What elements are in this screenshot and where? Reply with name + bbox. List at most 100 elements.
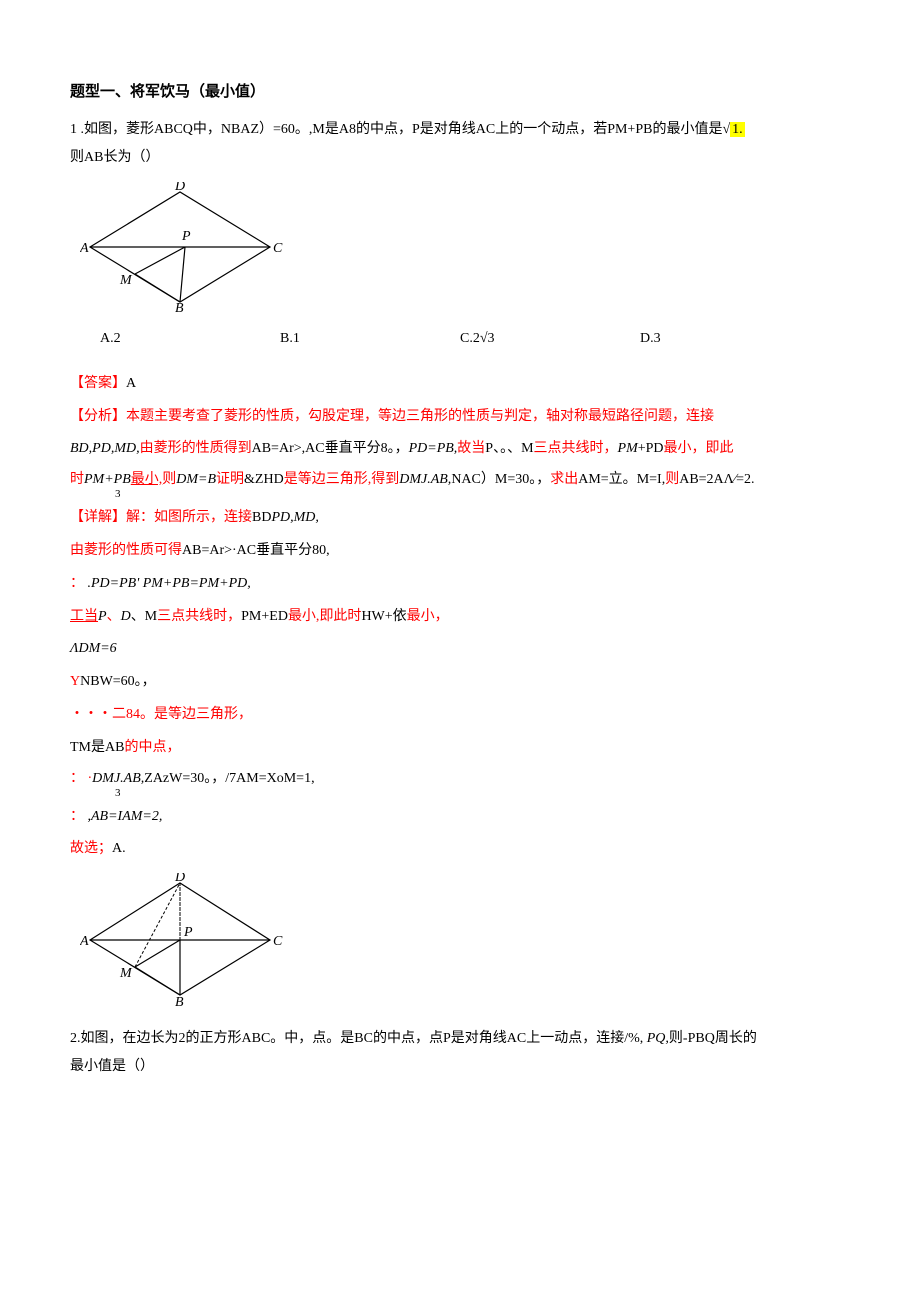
label2-A: A — [80, 934, 89, 949]
l2e: 故当 — [457, 441, 485, 456]
l3f: 证明 — [216, 472, 244, 487]
diagram-2: D A C P M B — [80, 873, 860, 1016]
label-A: A — [80, 241, 89, 256]
label-B: B — [175, 301, 184, 312]
analysis-line-2: BD,PD,MD,由菱形的性质得到AB=Ar>,AC垂直平分8。，PD=PB,故… — [70, 434, 860, 465]
l5a: 由菱形的性质可得 — [70, 543, 182, 558]
sol-line-10: ・・・二84。是等边三角形， — [70, 700, 860, 731]
answer-label: 【答案】 — [70, 376, 126, 391]
label2-P: P — [183, 925, 193, 940]
sol-line-11: TM是AB的中点， — [70, 733, 860, 764]
l10b: 等边三角形， — [168, 707, 252, 722]
diagram-1: D A C P M B — [80, 182, 860, 320]
l12c: ZAzW=30。， — [144, 771, 225, 786]
label-D: D — [174, 182, 185, 194]
l2c: AB=Ar>,AC垂直平分8。， — [252, 441, 409, 456]
q2-text-d: 最小值是（） — [70, 1059, 154, 1074]
sol-line-7: 工当P、D、M三点共线时，PM+ED最小,即此时HW+依最小， — [70, 602, 860, 633]
l7d: D — [121, 609, 131, 624]
analysis-line-1: 【分析】本题主要考查了菱形的性质，勾股定理，等边三角形的性质与判定，轴对称最短路… — [70, 402, 860, 433]
label-M: M — [119, 273, 133, 288]
l3o: 则 — [665, 472, 679, 487]
sol-line-5: 由菱形的性质可得AB=Ar>·AC垂直平分80, — [70, 536, 860, 567]
q1-highlight: 1. — [730, 122, 745, 137]
xjc: PD,MD, — [271, 510, 318, 525]
label2-C: C — [273, 934, 283, 949]
l7b: P — [98, 609, 107, 624]
l3h: 是等边三角形, — [284, 472, 372, 487]
l3e: DM=B — [176, 472, 216, 487]
l7c: 、 — [107, 609, 121, 624]
l11a: TM是 — [70, 740, 105, 755]
l6b: .PD=PB' PM+PB=PM+PD, — [88, 576, 251, 591]
l3k: NAC）M=30。， — [451, 472, 550, 487]
q1-text-a: .如图，菱形ABCQ中，NBAZ）=60。,M是A8的中点，P是对角线AC上的一… — [77, 122, 730, 137]
l6a: ： — [70, 576, 84, 591]
l3g: &ZHD — [244, 472, 284, 487]
l7f: 三点共线时， — [157, 609, 241, 624]
l7j: HW+依 — [361, 609, 406, 624]
l7h: 最小, — [288, 609, 320, 624]
l3b: PM+PB — [84, 472, 131, 487]
l2a: BD,PD,MD, — [70, 441, 140, 456]
l3n: M=I, — [637, 472, 666, 487]
q2-text-a: 如图，在边长为2的正方形ABC。中，点。是BC的中点，点P是对角线AC上一动点，… — [81, 1031, 647, 1046]
l7k: 最小， — [407, 609, 449, 624]
l3j: DMJ.AB, — [399, 472, 451, 487]
l3c: 最小, — [131, 472, 163, 487]
analysis-line-3: 时PM+PB最小,则DM=B证明&ZHD是等边三角形,得到DMJ.AB,NAC）… — [70, 467, 860, 501]
l2b: 由菱形的性质得到 — [140, 441, 252, 456]
label-C: C — [273, 241, 283, 256]
xja: 解：如图所示，连接 — [126, 510, 252, 525]
section-heading: 题型一、将军饮马（最小值） — [70, 80, 860, 104]
choice-a: A.2 — [100, 328, 280, 350]
l13a: ： — [70, 809, 84, 824]
detail-line-1: 【详解】解：如图所示，连接BDPD,MD, — [70, 503, 860, 534]
l8: ΛDM=6 — [70, 641, 117, 656]
sol-line-12: ： ·DMJ.AB,ZAzW=30。，/7AM=XoM=1, 3 — [70, 766, 860, 800]
sol-line-13: ： ,AB=IAM=2, — [70, 802, 860, 833]
question-1: 1 .如图，菱形ABCQ中，NBAZ）=60。,M是A8的中点，P是对角线AC上… — [70, 116, 860, 172]
sol-line-8: ΛDM=6 — [70, 634, 860, 665]
l12b: DMJ.AB, — [92, 771, 144, 786]
q2-num: 2. — [70, 1031, 81, 1046]
l7a: 工当 — [70, 609, 98, 624]
l3d: 则 — [162, 472, 176, 487]
l9b: NBW=60。， — [80, 674, 156, 689]
l3p: AB=2AΛ∕=2. — [679, 472, 754, 487]
l3i: 得到 — [371, 472, 399, 487]
l10a: ・・・二84。是 — [70, 707, 168, 722]
label2-B: B — [175, 995, 184, 1008]
l11c: 的中点， — [124, 740, 180, 755]
l2i2: 最小，即此 — [664, 441, 734, 456]
l14b: A. — [112, 841, 126, 856]
l5c: 80, — [312, 543, 330, 558]
l14a: 故选； — [70, 841, 112, 856]
l12a: ： · — [70, 771, 92, 786]
l7e: 、M — [131, 609, 157, 624]
choice-c: C.2√3 — [460, 328, 640, 350]
l2i: +PD — [638, 441, 664, 456]
sol-line-6: ： .PD=PB' PM+PB=PM+PD, — [70, 569, 860, 600]
answer-value: A — [126, 376, 136, 391]
l7g: PM+ED — [241, 609, 288, 624]
frac-3-b: 3 — [115, 789, 905, 798]
detail-label: 【详解】 — [70, 510, 126, 525]
sol-line-9: YNBW=60。， — [70, 667, 860, 698]
question-2: 2.如图，在边长为2的正方形ABC。中，点。是BC的中点，点P是对角线AC上一动… — [70, 1025, 860, 1081]
sol-line-14: 故选；A. — [70, 834, 860, 865]
l2d: PD=PB, — [409, 441, 458, 456]
label2-M: M — [119, 966, 133, 981]
q2-text-b: PQ, — [647, 1031, 669, 1046]
l3l: 求出 — [550, 472, 578, 487]
l3a: 时 — [70, 472, 84, 487]
l2g: 三点共线时， — [534, 441, 618, 456]
q1-num: 1 — [70, 122, 77, 137]
l13b: ,AB=IAM=2, — [88, 809, 163, 824]
answer-line: 【答案】A — [70, 369, 860, 400]
label-P: P — [181, 229, 191, 244]
xjb: BD — [252, 510, 271, 525]
label2-D: D — [174, 873, 185, 885]
l11b: AB — [105, 740, 124, 755]
analysis-text: 本题主要考查了菱形的性质，勾股定理，等边三角形的性质与判定，轴对称最短路径问题，… — [126, 409, 714, 424]
